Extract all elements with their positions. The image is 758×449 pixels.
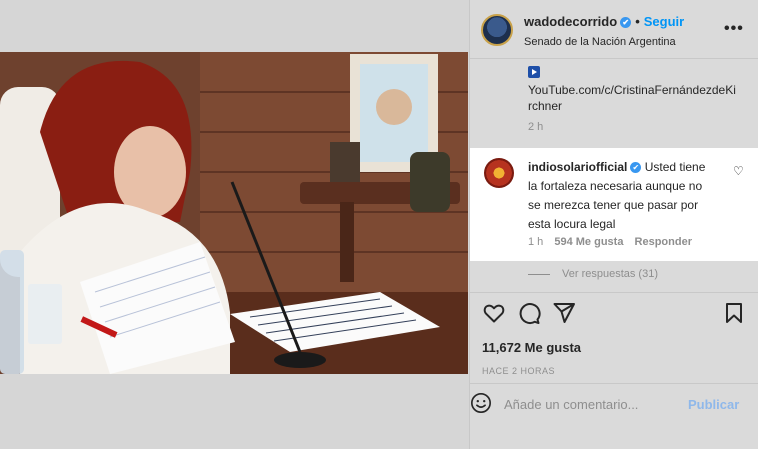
follow-button[interactable]: Seguir — [644, 14, 684, 29]
post-age: HACE 2 HORAS — [482, 366, 556, 376]
like-heart-icon[interactable] — [482, 301, 506, 325]
header-separator: • — [635, 14, 640, 29]
post-photo[interactable] — [0, 52, 468, 374]
likes-count[interactable]: 11,672 Me gusta — [482, 340, 581, 355]
publish-button[interactable]: Publicar — [688, 397, 739, 412]
reply-button[interactable]: Responder — [635, 236, 692, 248]
comment-input[interactable] — [504, 397, 674, 412]
photo-illustration — [0, 52, 468, 374]
author-location[interactable]: Senado de la Nación Argentina — [524, 36, 676, 48]
commenter-avatar[interactable] — [484, 158, 514, 188]
comment-body: indiosolariofficial ✔ Usted tiene la fort… — [528, 158, 718, 234]
bookmark-icon[interactable] — [722, 301, 746, 325]
commenter-username[interactable]: indiosolariofficial — [528, 160, 627, 174]
more-options-icon[interactable]: ••• — [724, 20, 744, 38]
comment-time: 1 h — [528, 236, 544, 248]
view-replies-button[interactable]: Ver respuestas (31) — [528, 268, 658, 280]
caption-time: 2 h — [528, 121, 544, 133]
emoji-icon[interactable] — [470, 392, 492, 414]
commenter-verified-icon: ✔ — [630, 162, 642, 174]
actions-divider — [470, 292, 758, 293]
comment-like-heart-icon[interactable]: ♡ — [733, 164, 744, 178]
comment-meta: 1 h 594 Me gusta Responder — [528, 236, 700, 248]
author-avatar[interactable] — [481, 14, 513, 46]
share-send-icon[interactable] — [552, 301, 576, 325]
play-icon — [528, 66, 540, 78]
header-divider — [470, 58, 758, 59]
input-divider — [470, 383, 758, 384]
caption-link[interactable]: YouTube.com/c/CristinaFernándezdeKirchne… — [528, 82, 738, 114]
author-username[interactable]: wadodecorrido — [524, 14, 617, 29]
view-replies-label: Ver respuestas (31) — [562, 268, 658, 280]
replies-line — [528, 273, 550, 275]
comment-likes[interactable]: 594 Me gusta — [554, 236, 623, 248]
comment-bubble-icon[interactable] — [517, 301, 541, 325]
post-header: wadodecorrido ✔ • Seguir — [524, 14, 684, 29]
verified-badge-icon: ✔ — [620, 17, 632, 29]
